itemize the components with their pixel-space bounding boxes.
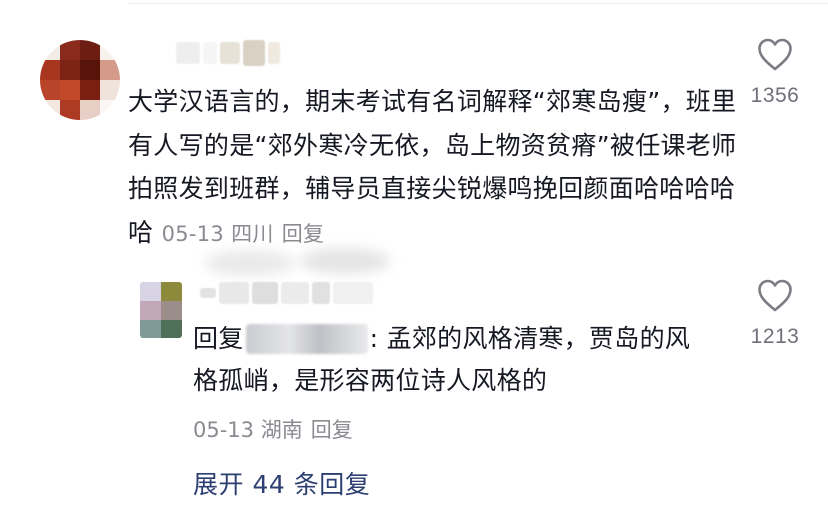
commenter-nickname-obscured[interactable] bbox=[176, 40, 280, 66]
reply-mention-obscured[interactable] bbox=[245, 324, 368, 354]
comment-like-count: 1356 bbox=[750, 84, 800, 107]
blur-artifact bbox=[300, 248, 390, 274]
comment-body: 大学汉语言的，期末考试有名词解释“郊寒岛瘦”，班里有人写的是“郊外寒冷无依，岛上… bbox=[128, 80, 738, 256]
comment-location: 四川 bbox=[231, 221, 274, 246]
blur-artifact bbox=[205, 250, 295, 276]
replier-avatar[interactable] bbox=[140, 282, 182, 338]
reply-date: 05-13 bbox=[193, 418, 255, 442]
heart-outline-icon bbox=[758, 38, 792, 71]
comment-meta: 05-13 四川 回复 bbox=[162, 222, 325, 246]
reply-meta: 05-13 湖南 回复 bbox=[193, 414, 353, 444]
reply-body: 回复: 孟郊的风格清寒，贾岛的风格孤峭，是形容两位诗人风格的 bbox=[193, 318, 713, 402]
reply-like-button[interactable]: 1213 bbox=[735, 279, 815, 349]
expand-replies-button[interactable]: 展开 44 条回复 bbox=[193, 465, 370, 501]
commenter-avatar[interactable] bbox=[40, 40, 120, 120]
replier-nickname-obscured[interactable] bbox=[200, 282, 373, 304]
reply-prefix: 回复 bbox=[193, 324, 244, 353]
comment-reply-button[interactable]: 回复 bbox=[282, 222, 325, 246]
reply-like-count: 1213 bbox=[750, 325, 800, 348]
top-divider bbox=[128, 3, 828, 4]
comment-date: 05-13 bbox=[161, 221, 225, 246]
reply-location: 湖南 bbox=[260, 418, 303, 442]
reply-reply-button[interactable]: 回复 bbox=[311, 418, 353, 442]
comment-like-button[interactable]: 1356 bbox=[735, 38, 815, 108]
heart-outline-icon bbox=[758, 279, 792, 312]
